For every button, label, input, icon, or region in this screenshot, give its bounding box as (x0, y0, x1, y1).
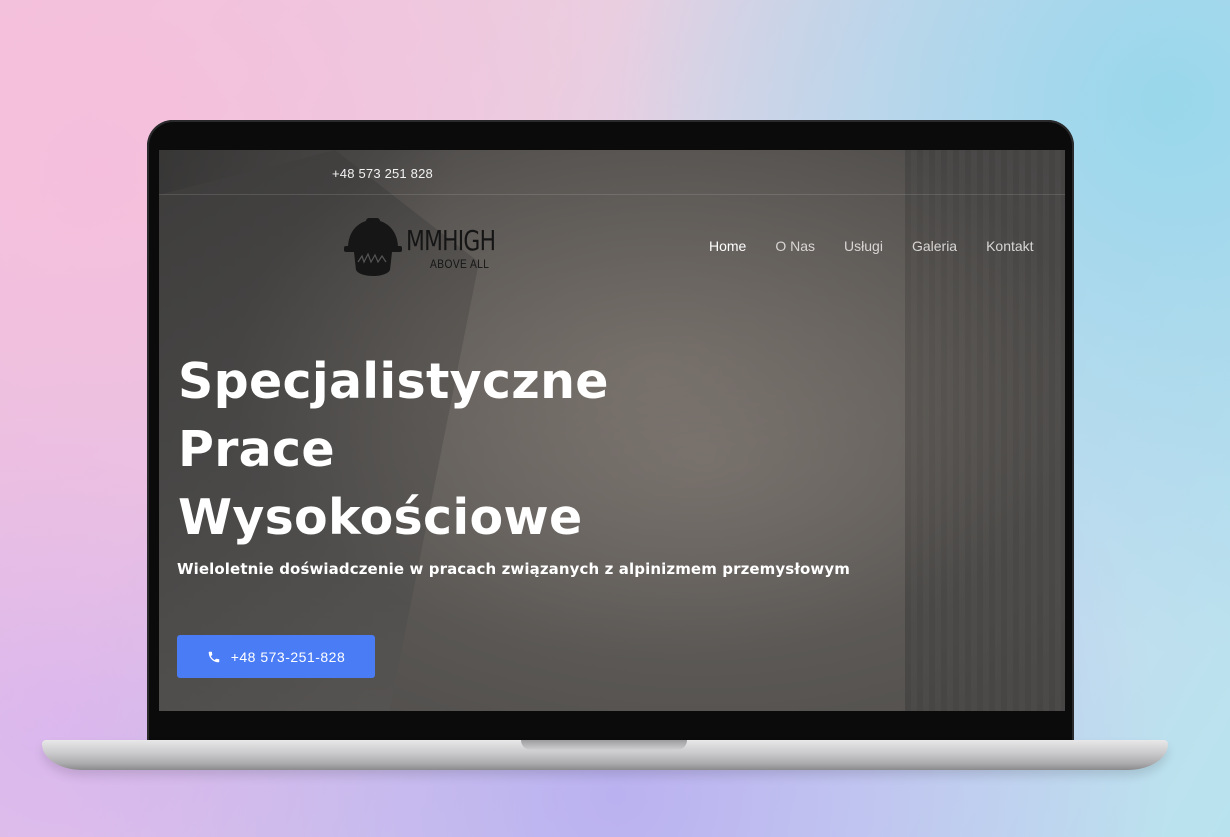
helmet-icon (344, 218, 402, 276)
logo-name: MMHIGH (406, 224, 496, 257)
topbar-phone-link[interactable]: +48 573 251 828 (332, 166, 433, 181)
logo-tagline: ABOVE ALL (430, 257, 490, 271)
site-logo[interactable]: MMHIGH ABOVE ALL (342, 212, 522, 284)
nav-item-o-nas[interactable]: O Nas (775, 238, 815, 254)
nav-item-kontakt[interactable]: Kontakt (986, 238, 1033, 254)
main-nav: Home O Nas Usługi Galeria Kontakt (709, 238, 1063, 254)
laptop-screen: +48 573 251 828 MMHIGH ABOVE ALL Home O … (159, 150, 1065, 711)
hero-title-line: Prace (178, 421, 335, 478)
hero-title-line: Specjalistyczne (178, 353, 609, 410)
nav-item-home[interactable]: Home (709, 238, 746, 254)
nav-item-galeria[interactable]: Galeria (912, 238, 957, 254)
phone-icon (208, 651, 219, 662)
call-button-label: +48 573-251-828 (230, 648, 346, 665)
nav-item-uslugi[interactable]: Usługi (844, 238, 883, 254)
hero-subtitle: Wieloletnie doświadczenie w pracach zwią… (177, 560, 850, 578)
hero-title-line: Wysokościowe (178, 489, 583, 546)
topbar: +48 573 251 828 (159, 150, 1065, 195)
laptop-base-notch (521, 740, 687, 750)
hero-title: Specjalistyczne Prace Wysokościowe (178, 348, 738, 552)
call-button[interactable]: +48 573-251-828 (177, 635, 375, 678)
